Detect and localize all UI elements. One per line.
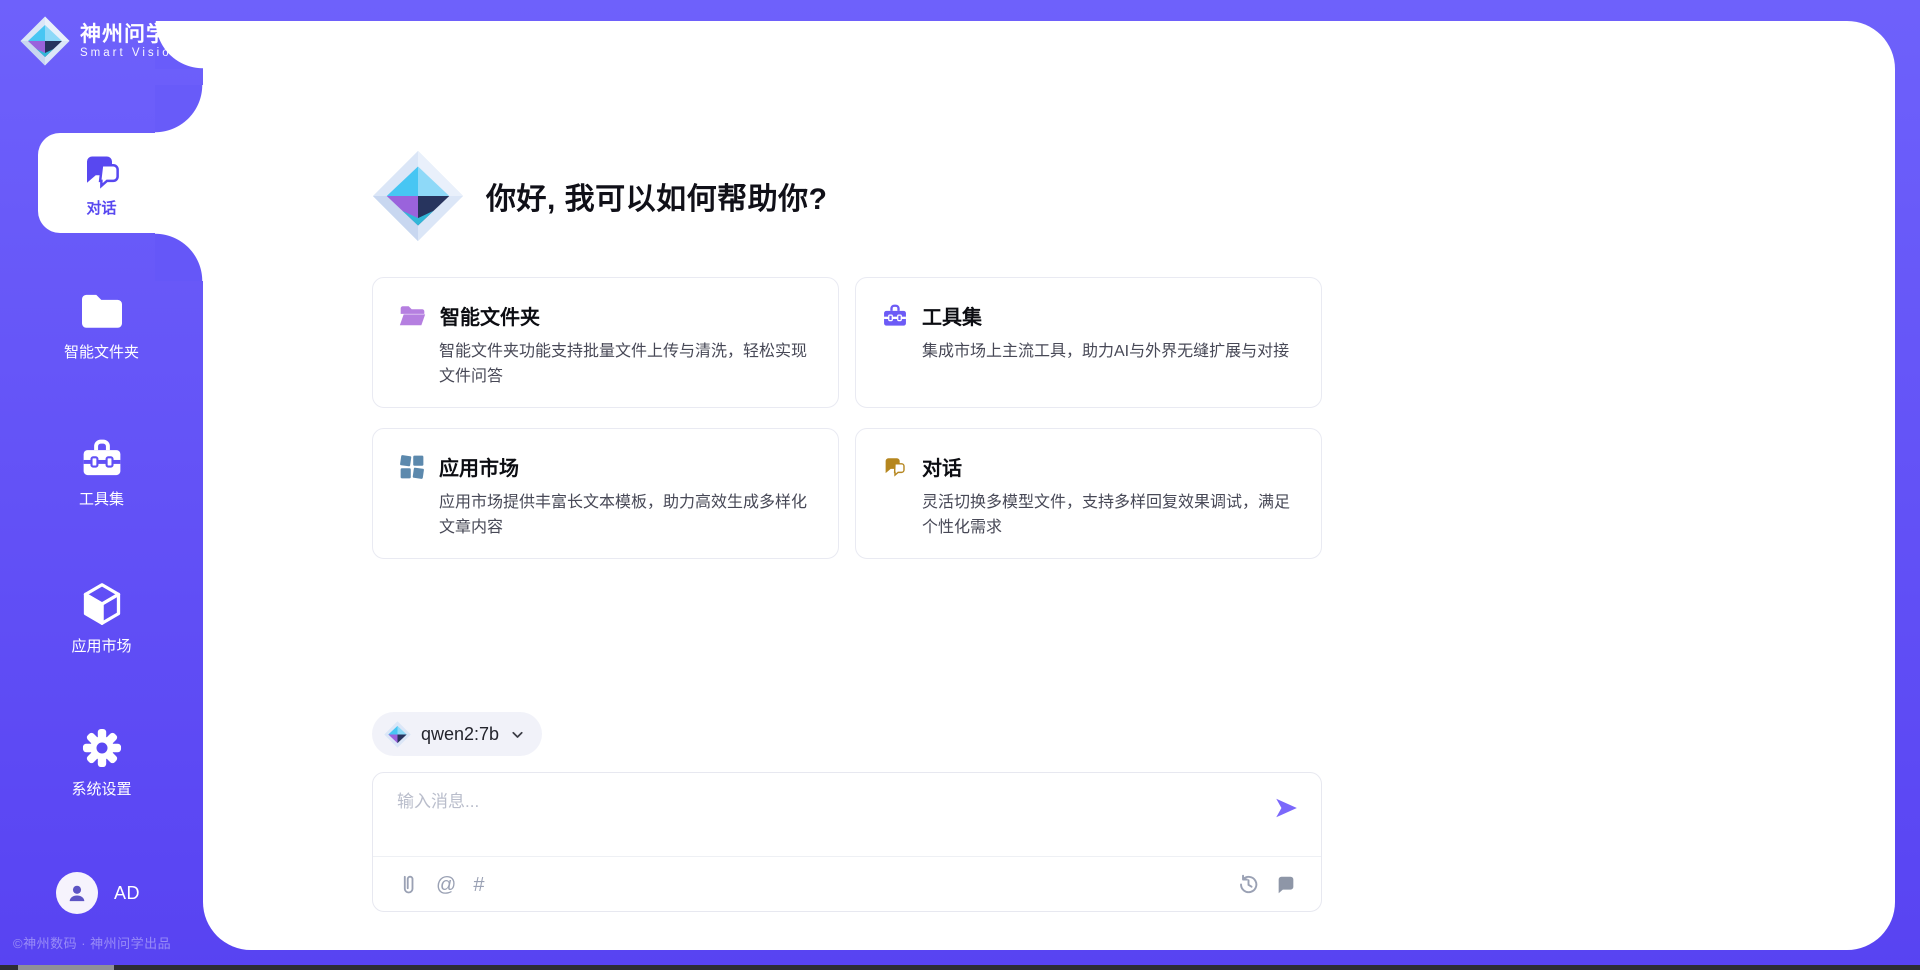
bottom-edge-bar bbox=[0, 965, 1920, 970]
chevron-down-icon bbox=[509, 726, 526, 743]
sidebar-item-label: 应用市场 bbox=[71, 635, 131, 656]
history-icon[interactable] bbox=[1237, 873, 1260, 896]
active-tab-connector-bottom bbox=[155, 233, 203, 281]
message-composer: @ # bbox=[372, 772, 1322, 912]
toolbox-icon bbox=[80, 437, 124, 479]
model-name: qwen2:7b bbox=[421, 724, 499, 745]
sidebar-item-settings[interactable]: 系统设置 bbox=[0, 727, 203, 799]
brand-logo: 神州问学 Smart Vision bbox=[20, 16, 181, 66]
feedback-icon[interactable] bbox=[1275, 874, 1297, 896]
content-area: 你好, 我可以如何帮助你? 智能文件夹 智能文件夹功能支持批量文件上传与清洗，轻… bbox=[372, 21, 1322, 950]
chat-icon bbox=[81, 149, 123, 189]
card-toolset[interactable]: 工具集 集成市场上主流工具，助力AI与外界无缝扩展与对接 bbox=[855, 277, 1322, 408]
cube-icon bbox=[80, 582, 124, 626]
card-title: 应用市场 bbox=[439, 452, 519, 481]
toolbox-icon bbox=[882, 303, 908, 328]
brand-diamond-icon bbox=[20, 16, 70, 66]
composer-toolbar: @ # bbox=[397, 857, 1297, 912]
bottom-edge-bar-segment bbox=[18, 965, 114, 970]
folder-icon bbox=[79, 292, 125, 332]
card-description: 智能文件夹功能支持批量文件上传与清洗，轻松实现文件问答 bbox=[399, 340, 812, 390]
send-icon[interactable] bbox=[1273, 795, 1299, 821]
sidebar-item-chat[interactable]: 对话 bbox=[38, 133, 203, 233]
sidebar: 神州问学 Smart Vision 对话 智能文件夹 bbox=[0, 0, 203, 970]
sidebar-item-label: 对话 bbox=[86, 197, 116, 218]
appstore-icon bbox=[399, 454, 425, 480]
brand-subtitle: Smart Vision bbox=[80, 47, 181, 59]
card-description: 灵活切换多模型文件，支持多样回复效果调试，满足个性化需求 bbox=[882, 491, 1295, 541]
greeting-block: 你好, 我可以如何帮助你? bbox=[372, 150, 828, 242]
person-icon bbox=[64, 880, 90, 906]
hashtag-icon[interactable]: # bbox=[473, 875, 484, 895]
model-selector[interactable]: qwen2:7b bbox=[372, 712, 542, 756]
app-window: 神州问学 Smart Vision 对话 智能文件夹 bbox=[0, 0, 1920, 970]
card-title: 对话 bbox=[922, 452, 962, 481]
gear-icon bbox=[81, 727, 123, 769]
sidebar-item-label: 智能文件夹 bbox=[64, 341, 139, 362]
folder-open-icon bbox=[399, 304, 426, 328]
copyright-footer: ©神州数码 · 神州问学出品 bbox=[13, 933, 171, 952]
card-title: 工具集 bbox=[922, 301, 982, 330]
model-diamond-icon bbox=[384, 721, 411, 748]
attachment-icon[interactable] bbox=[397, 873, 419, 897]
sidebar-item-smart-folder[interactable]: 智能文件夹 bbox=[0, 292, 203, 362]
active-tab-connector-top bbox=[155, 85, 203, 133]
sidebar-item-label: 工具集 bbox=[79, 488, 124, 509]
mention-icon[interactable]: @ bbox=[436, 875, 456, 895]
card-description: 集成市场上主流工具，助力AI与外界无缝扩展与对接 bbox=[882, 340, 1295, 365]
card-description: 应用市场提供丰富长文本模板，助力高效生成多样化文章内容 bbox=[399, 491, 812, 541]
feature-cards: 智能文件夹 智能文件夹功能支持批量文件上传与清洗，轻松实现文件问答 工具集 集成… bbox=[372, 277, 1322, 559]
card-smart-folder[interactable]: 智能文件夹 智能文件夹功能支持批量文件上传与清洗，轻松实现文件问答 bbox=[372, 277, 839, 408]
greeting-title: 你好, 我可以如何帮助你? bbox=[486, 174, 828, 218]
sidebar-item-toolset[interactable]: 工具集 bbox=[0, 437, 203, 509]
user-initials: AD bbox=[114, 883, 140, 904]
sidebar-item-app-market[interactable]: 应用市场 bbox=[0, 582, 203, 656]
card-app-market[interactable]: 应用市场 应用市场提供丰富长文本模板，助力高效生成多样化文章内容 bbox=[372, 428, 839, 559]
card-chat[interactable]: 对话 灵活切换多模型文件，支持多样回复效果调试，满足个性化需求 bbox=[855, 428, 1322, 559]
sidebar-item-label: 系统设置 bbox=[71, 778, 131, 799]
message-input[interactable] bbox=[397, 787, 1237, 849]
brand-name: 神州问学 bbox=[80, 23, 181, 47]
card-title: 智能文件夹 bbox=[440, 301, 540, 330]
avatar bbox=[56, 872, 98, 914]
user-profile[interactable]: AD bbox=[56, 872, 140, 914]
chat-icon bbox=[882, 454, 908, 479]
greeting-diamond-icon bbox=[372, 150, 464, 242]
